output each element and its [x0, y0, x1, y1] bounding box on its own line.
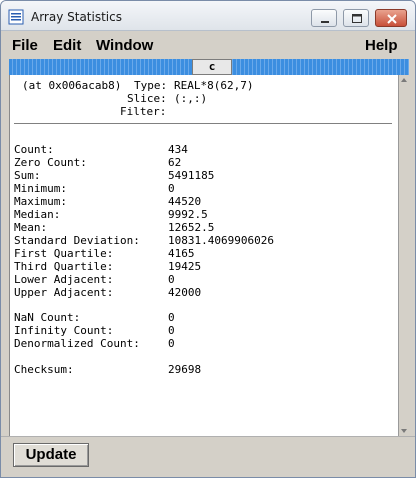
stat-value: 4165 — [168, 247, 195, 260]
close-button[interactable] — [375, 9, 407, 27]
stat-label: Infinity Count: — [14, 324, 114, 337]
update-button[interactable]: Update — [13, 443, 89, 467]
menu-window[interactable]: Window — [96, 37, 153, 54]
stat-value: 10831.4069906026 — [168, 234, 274, 247]
filter-label: Filter: — [120, 105, 167, 118]
stat-label: Median: — [14, 208, 61, 221]
checksum-value: 29698 — [168, 363, 202, 376]
stat-value: 9992.5 — [168, 208, 208, 221]
menu-help-label: Help — [365, 37, 398, 54]
stat-label: First Quartile: — [14, 247, 114, 260]
stat-label: Standard Deviation: — [14, 234, 140, 247]
tab-strip: c — [9, 59, 409, 75]
scroll-down-arrow-icon[interactable] — [399, 426, 409, 436]
menu-window-label: Window — [96, 37, 154, 54]
stat-label: Third Quartile: — [14, 260, 114, 273]
window-title: Array Statistics — [31, 10, 122, 24]
stat-label: Upper Adjacent: — [14, 286, 114, 299]
maximize-button[interactable] — [343, 9, 369, 27]
app-icon — [8, 9, 24, 25]
stat-label: NaN Count: — [14, 311, 81, 324]
stat-value: 0 — [168, 311, 175, 324]
minimize-icon — [321, 21, 329, 23]
stat-value: 0 — [168, 273, 175, 286]
stat-label: Count: — [14, 143, 54, 156]
close-icon — [387, 14, 397, 24]
stat-value: 42000 — [168, 286, 202, 299]
footer-bar: Update — [1, 436, 415, 477]
menu-edit-label: Edit — [53, 37, 82, 54]
maximize-icon — [352, 14, 362, 23]
stat-label: Lower Adjacent: — [14, 273, 114, 286]
checksum-label: Checksum: — [14, 363, 74, 376]
menu-bar: File Edit Window Help — [1, 32, 415, 58]
type-value: REAL*8(62,7) — [174, 79, 254, 92]
stat-label: Mean: — [14, 221, 48, 234]
slice-value: (:,:) — [174, 92, 208, 105]
menu-help[interactable]: Help — [365, 37, 398, 54]
scroll-up-arrow-icon[interactable] — [399, 75, 409, 85]
address-text: (at 0x006acab8) — [22, 79, 122, 92]
minimize-button[interactable] — [311, 9, 337, 27]
stat-value: 0 — [168, 324, 175, 337]
stat-value: 19425 — [168, 260, 202, 273]
header-divider — [14, 123, 392, 124]
stat-value: 0 — [168, 337, 175, 350]
tab-c[interactable]: c — [192, 59, 232, 75]
stat-value: 0 — [168, 182, 175, 195]
array-statistics-window: Array Statistics File Edit Window Help c… — [0, 0, 416, 478]
stat-label: Minimum: — [14, 182, 67, 195]
title-bar[interactable]: Array Statistics — [1, 1, 415, 31]
stat-value: 434 — [168, 143, 188, 156]
menu-file[interactable]: File — [12, 37, 38, 54]
stat-value: 12652.5 — [168, 221, 215, 234]
vertical-scrollbar[interactable] — [398, 75, 409, 436]
stat-label: Denormalized Count: — [14, 337, 140, 350]
stat-value: 62 — [168, 156, 182, 169]
stat-value: 44520 — [168, 195, 202, 208]
stat-value: 5491185 — [168, 169, 215, 182]
type-label: Type: — [134, 79, 168, 92]
stat-label: Maximum: — [14, 195, 67, 208]
menu-file-label: File — [12, 37, 38, 54]
menu-edit[interactable]: Edit — [53, 37, 81, 54]
stat-label: Sum: — [14, 169, 41, 182]
statistics-panel: (at 0x006acab8) Type: REAL*8(62,7) Slice… — [9, 75, 398, 436]
slice-label: Slice: — [127, 92, 167, 105]
stat-label: Zero Count: — [14, 156, 87, 169]
